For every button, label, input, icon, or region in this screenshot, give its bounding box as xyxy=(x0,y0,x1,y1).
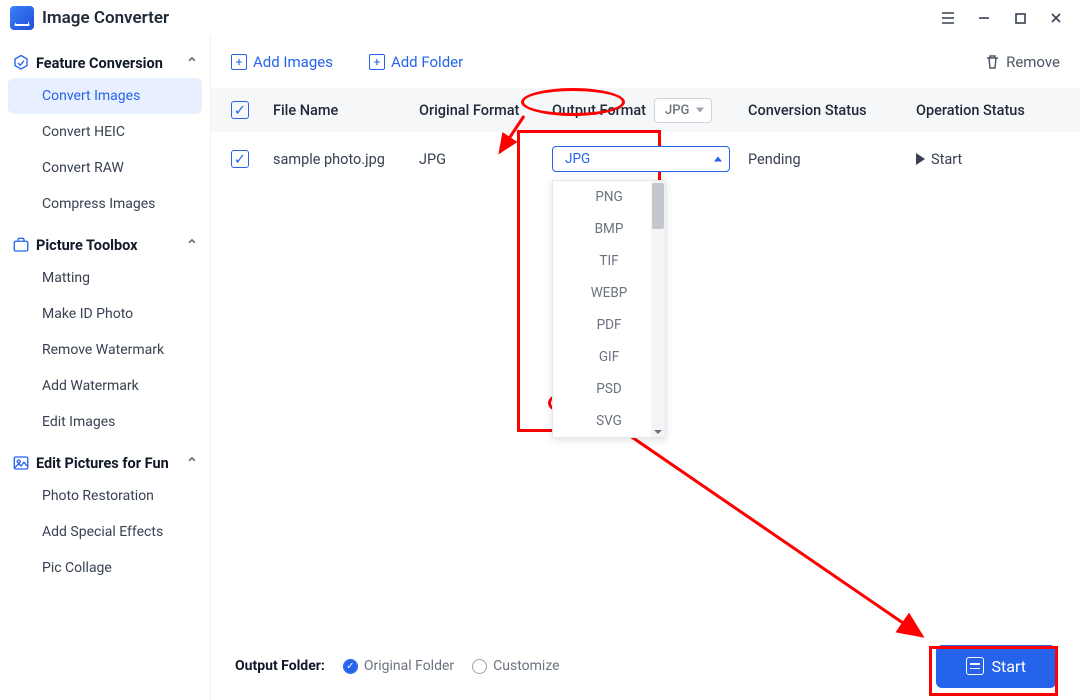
dropdown-option-tif[interactable]: TIF xyxy=(553,245,665,277)
dropdown-option-pdf[interactable]: PDF xyxy=(553,309,665,341)
toolbox-icon xyxy=(12,236,30,254)
row-format-select[interactable]: JPG xyxy=(552,146,730,172)
close-button[interactable] xyxy=(1040,4,1072,32)
radio-checked-icon xyxy=(343,659,358,674)
sidebar-item-compress-images[interactable]: Compress Images xyxy=(8,186,202,222)
column-output-format: Output Format xyxy=(552,102,646,119)
sidebar-item-add-special-effects[interactable]: Add Special Effects xyxy=(8,514,202,550)
scroll-down-icon[interactable] xyxy=(654,430,662,434)
radio-customize-label: Customize xyxy=(493,658,559,674)
remove-button[interactable]: Remove xyxy=(985,53,1060,71)
cell-original-format: JPG xyxy=(419,151,534,168)
sidebar-item-matting[interactable]: Matting xyxy=(8,260,202,296)
select-all-checkbox[interactable]: ✓ xyxy=(231,101,249,119)
sidebar-group-edit-pictures-for-fun[interactable]: Edit Pictures for Fun ⌃ xyxy=(8,448,202,478)
plus-icon: + xyxy=(369,54,385,70)
dropdown-option-png[interactable]: PNG xyxy=(553,181,665,213)
chevron-up-icon: ⌃ xyxy=(186,55,198,72)
dropdown-option-psd[interactable]: PSD xyxy=(553,373,665,405)
toolbar: + Add Images + Add Folder Remove xyxy=(211,36,1080,88)
plus-icon: + xyxy=(231,54,247,70)
cell-file-name: sample photo.jpg xyxy=(273,151,401,168)
add-images-button[interactable]: + Add Images xyxy=(231,53,333,71)
sidebar-group-label: Picture Toolbox xyxy=(36,237,138,254)
table-row: ✓ sample photo.jpg JPG JPG PNG BMP TIF W… xyxy=(211,132,1080,186)
row-start-label: Start xyxy=(931,151,962,168)
sidebar-item-convert-images[interactable]: Convert Images xyxy=(8,78,202,114)
sidebar-item-convert-raw[interactable]: Convert RAW xyxy=(8,150,202,186)
dropdown-option-svg[interactable]: SVG xyxy=(553,405,665,437)
cell-conversion-status: Pending xyxy=(748,151,898,168)
remove-label: Remove xyxy=(1006,53,1060,71)
sidebar-group-label: Feature Conversion xyxy=(36,55,163,72)
radio-customize[interactable]: Customize xyxy=(472,658,559,674)
sidebar-item-convert-heic[interactable]: Convert HEIC xyxy=(8,114,202,150)
play-icon xyxy=(916,153,925,165)
picture-icon xyxy=(12,454,30,472)
menu-icon[interactable] xyxy=(932,4,964,32)
add-images-label: Add Images xyxy=(253,53,333,71)
sidebar-group-label: Edit Pictures for Fun xyxy=(36,455,169,472)
format-dropdown: PNG BMP TIF WEBP PDF GIF PSD SVG xyxy=(552,180,666,438)
start-button[interactable]: Start xyxy=(936,645,1056,688)
column-operation-status: Operation Status xyxy=(916,102,1060,119)
content-area: + Add Images + Add Folder Remove ✓ File … xyxy=(210,36,1080,700)
sidebar-item-remove-watermark[interactable]: Remove Watermark xyxy=(8,332,202,368)
column-original-format: Original Format xyxy=(419,102,534,119)
hexagon-icon xyxy=(12,54,30,72)
footer: Output Folder: Original Folder Customize… xyxy=(211,632,1080,700)
sidebar-item-pic-collage[interactable]: Pic Collage xyxy=(8,550,202,586)
app-logo-icon xyxy=(10,6,34,30)
row-checkbox[interactable]: ✓ xyxy=(231,150,249,168)
titlebar: Image Converter xyxy=(0,0,1080,36)
sidebar: Feature Conversion ⌃ Convert Images Conv… xyxy=(0,36,210,700)
column-conversion-status: Conversion Status xyxy=(748,102,898,119)
sidebar-item-add-watermark[interactable]: Add Watermark xyxy=(8,368,202,404)
convert-icon xyxy=(966,657,984,675)
minimize-button[interactable] xyxy=(968,4,1000,32)
header-format-select[interactable]: JPG xyxy=(654,98,712,123)
scrollbar-thumb[interactable] xyxy=(652,183,664,229)
column-file-name: File Name xyxy=(273,102,401,119)
output-folder-label: Output Folder: xyxy=(235,658,325,674)
radio-original-folder[interactable]: Original Folder xyxy=(343,658,454,674)
chevron-up-icon: ⌃ xyxy=(186,237,198,254)
sidebar-group-feature-conversion[interactable]: Feature Conversion ⌃ xyxy=(8,48,202,78)
chevron-up-icon: ⌃ xyxy=(186,455,198,472)
start-button-label: Start xyxy=(992,657,1026,676)
radio-original-label: Original Folder xyxy=(364,658,454,674)
dropdown-option-gif[interactable]: GIF xyxy=(553,341,665,373)
radio-unchecked-icon xyxy=(472,659,487,674)
maximize-button[interactable] xyxy=(1004,4,1036,32)
trash-icon xyxy=(985,54,1000,70)
table-header: ✓ File Name Original Format Output Forma… xyxy=(211,88,1080,132)
add-folder-button[interactable]: + Add Folder xyxy=(369,53,463,71)
dropdown-option-webp[interactable]: WEBP xyxy=(553,277,665,309)
sidebar-item-edit-images[interactable]: Edit Images xyxy=(8,404,202,440)
add-folder-label: Add Folder xyxy=(391,53,463,71)
app-title: Image Converter xyxy=(42,8,169,28)
sidebar-item-make-id-photo[interactable]: Make ID Photo xyxy=(8,296,202,332)
dropdown-scrollbar[interactable] xyxy=(651,181,665,437)
dropdown-option-bmp[interactable]: BMP xyxy=(553,213,665,245)
row-start-button[interactable]: Start xyxy=(916,151,1060,168)
sidebar-item-photo-restoration[interactable]: Photo Restoration xyxy=(8,478,202,514)
sidebar-group-picture-toolbox[interactable]: Picture Toolbox ⌃ xyxy=(8,230,202,260)
